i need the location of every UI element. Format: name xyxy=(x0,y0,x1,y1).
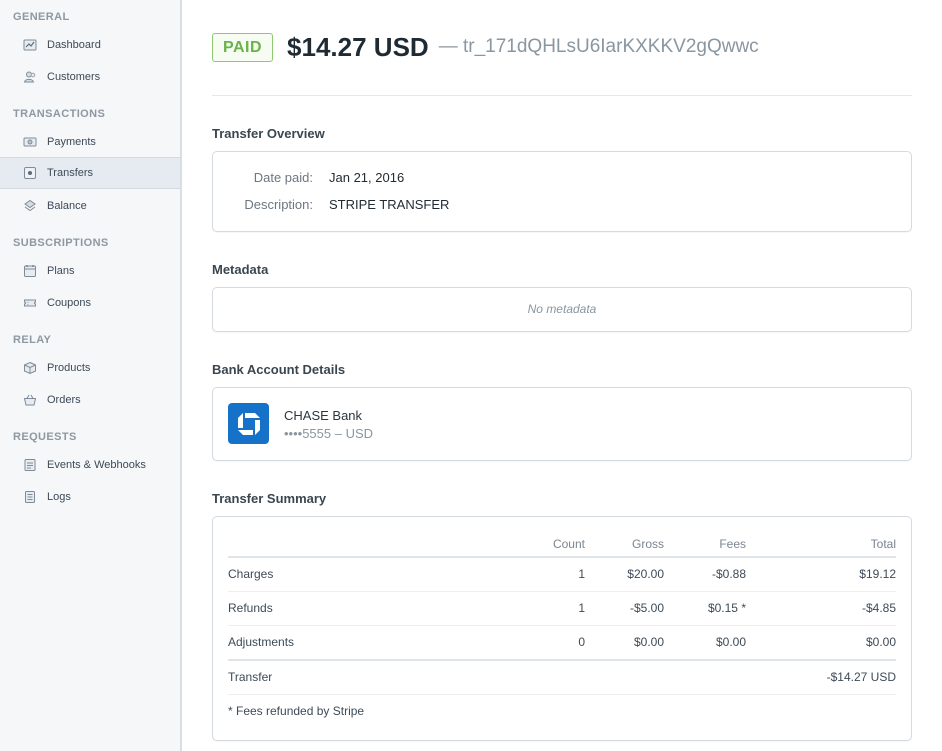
overview-title: Transfer Overview xyxy=(212,126,325,141)
sidebar-item-label: Products xyxy=(47,362,91,374)
status-badge: PAID xyxy=(212,32,274,62)
sidebar-item-logs[interactable]: Logs xyxy=(0,481,180,513)
description-value: STRIPE TRANSFER xyxy=(329,197,450,212)
row-label: Refunds xyxy=(228,601,273,615)
table-row: Charges 1 $20.00 -$0.88 $19.12 xyxy=(228,557,896,591)
transfers-icon xyxy=(22,165,38,181)
sidebar-item-transfers[interactable]: Transfers xyxy=(0,157,180,189)
table-row: Adjustments 0 $0.00 $0.00 $0.00 xyxy=(228,625,896,659)
summary-card: Count Gross Fees Total Charges 1 $20.00 … xyxy=(212,516,912,741)
bank-name: CHASE Bank xyxy=(284,408,363,423)
sidebar-item-events-webhooks[interactable]: Events & Webhooks xyxy=(0,449,180,481)
sidebar-heading-transactions: TRANSACTIONS xyxy=(13,108,106,120)
transfer-total-label: Transfer xyxy=(228,670,273,684)
sidebar-item-orders[interactable]: Orders xyxy=(0,384,180,416)
fees-footnote: * Fees refunded by Stripe xyxy=(228,704,365,718)
row-label: Charges xyxy=(228,567,274,581)
sidebar-item-plans[interactable]: Plans xyxy=(0,255,180,287)
sidebar-heading-relay: RELAY xyxy=(13,334,52,346)
description-label: Description: xyxy=(244,197,313,212)
bank-card: CHASE Bank ••••5555 – USD xyxy=(212,387,912,461)
sidebar-heading-requests: REQUESTS xyxy=(13,431,77,443)
row-count: 1 xyxy=(578,567,585,581)
sidebar-item-label: Payments xyxy=(47,136,96,148)
row-total: $0.00 xyxy=(865,635,896,649)
bank-title: Bank Account Details xyxy=(212,362,346,377)
products-icon xyxy=(22,360,38,376)
sidebar-item-label: Logs xyxy=(47,491,71,503)
metadata-title: Metadata xyxy=(212,262,269,277)
payments-icon xyxy=(22,134,38,150)
summary-title: Transfer Summary xyxy=(212,491,327,506)
sidebar-item-label: Balance xyxy=(47,200,87,212)
transfer-amount: $14.27 USD xyxy=(287,31,429,62)
no-metadata-text: No metadata xyxy=(527,302,597,316)
row-gross: -$5.00 xyxy=(629,601,664,615)
sidebar-item-coupons[interactable]: Coupons xyxy=(0,287,180,319)
sidebar-item-label: Plans xyxy=(47,265,75,277)
sidebar-item-label: Dashboard xyxy=(47,39,101,51)
row-total: $19.12 xyxy=(859,567,896,581)
sidebar-item-label: Coupons xyxy=(47,297,92,309)
header-divider xyxy=(212,95,912,96)
description-row: Description: STRIPE TRANSFER xyxy=(213,197,449,212)
date-paid-row: Date paid: Jan 21, 2016 xyxy=(213,170,404,185)
metadata-card: No metadata xyxy=(212,287,912,332)
chase-logo-icon xyxy=(228,403,269,444)
sidebar-heading-subscriptions: SUBSCRIPTIONS xyxy=(13,237,109,249)
row-gross: $0.00 xyxy=(633,635,664,649)
row-fees: -$0.88 xyxy=(711,567,746,581)
events-icon xyxy=(22,457,38,473)
orders-icon xyxy=(22,392,38,408)
dashboard-icon xyxy=(22,37,38,53)
balance-icon xyxy=(22,198,38,214)
row-count: 1 xyxy=(578,601,585,615)
transfer-total-value: -$14.27 USD xyxy=(826,670,896,684)
row-total: -$4.85 xyxy=(861,601,896,615)
table-row: Refunds 1 -$5.00 $0.15 * -$4.85 xyxy=(228,591,896,625)
row-gross: $20.00 xyxy=(627,567,664,581)
sidebar-item-customers[interactable]: Customers xyxy=(0,61,180,93)
overview-card: Date paid: Jan 21, 2016 Description: STR… xyxy=(212,151,912,232)
sidebar-item-balance[interactable]: Balance xyxy=(0,190,180,222)
sidebar-item-label: Orders xyxy=(47,394,81,406)
transfer-total-row: Transfer -$14.27 USD xyxy=(228,660,896,694)
bank-account-number: ••••5555 – USD xyxy=(284,426,374,441)
plans-icon xyxy=(22,263,38,279)
sidebar: GENERAL Dashboard Customers TRANSACTIONS… xyxy=(0,0,182,751)
sidebar-item-label: Events & Webhooks xyxy=(47,459,146,471)
sidebar-item-dashboard[interactable]: Dashboard xyxy=(0,29,180,61)
sidebar-item-label: Transfers xyxy=(47,167,94,179)
customers-icon xyxy=(22,69,38,85)
row-fees: $0.15 * xyxy=(707,601,746,615)
row-label: Adjustments xyxy=(228,635,295,649)
sidebar-item-products[interactable]: Products xyxy=(0,352,180,384)
logs-icon xyxy=(22,489,38,505)
sidebar-heading-general: GENERAL xyxy=(13,11,70,23)
coupons-icon xyxy=(22,295,38,311)
sidebar-item-label: Customers xyxy=(47,71,101,83)
date-paid-label: Date paid: xyxy=(253,170,313,185)
row-divider xyxy=(228,694,896,695)
transfer-header: PAID $14.27 USD — tr_171dQHLsU6IarKXKKV2… xyxy=(212,31,759,63)
sidebar-item-payments[interactable]: Payments xyxy=(0,126,180,158)
row-count: 0 xyxy=(578,635,585,649)
row-fees: $0.00 xyxy=(715,635,746,649)
transfer-id: — tr_171dQHLsU6IarKXKKV2gQwwc xyxy=(438,36,759,57)
date-paid-value: Jan 21, 2016 xyxy=(329,170,405,185)
